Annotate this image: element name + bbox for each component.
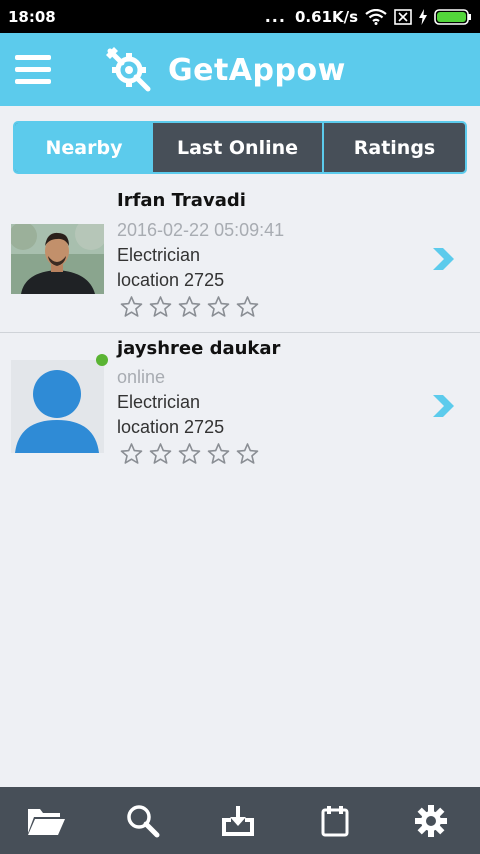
- rating-stars: [119, 295, 260, 319]
- profession-label: Electrician: [117, 392, 201, 412]
- settings-gear-icon[interactable]: [410, 803, 452, 839]
- star-icon: [207, 296, 230, 317]
- star-icon: [178, 443, 201, 464]
- star-icon: [207, 443, 230, 464]
- status-right: ... 0.61K/s: [265, 7, 472, 26]
- star-icon: [149, 296, 172, 317]
- list-item[interactable]: jayshree daukar online Electrician locat…: [0, 333, 480, 483]
- star-icon: [149, 443, 172, 464]
- provider-name: jayshree daukar: [117, 338, 281, 359]
- avatar: [11, 224, 104, 294]
- wifi-icon: [365, 8, 387, 25]
- star-icon: [120, 296, 143, 317]
- bottom-nav: [0, 787, 480, 854]
- battery-icon: [434, 8, 472, 25]
- status-dots: ...: [264, 7, 286, 26]
- tab-last-online[interactable]: Last Online: [153, 123, 324, 172]
- app-header: GetAppow: [0, 33, 480, 106]
- star-icon: [178, 296, 201, 317]
- avatar: [11, 360, 104, 453]
- search-icon[interactable]: [122, 803, 164, 839]
- wrench-gear-logo-icon: [104, 45, 154, 95]
- online-status: online: [117, 367, 166, 387]
- tab-nearby[interactable]: Nearby: [15, 123, 153, 172]
- network-speed: 0.61K/s: [294, 7, 358, 26]
- chevron-right-icon[interactable]: [431, 247, 455, 271]
- rating-stars: [119, 442, 260, 466]
- chevron-right-icon[interactable]: [431, 394, 455, 418]
- charging-icon: [419, 8, 427, 25]
- app-title: GetAppow: [168, 53, 346, 88]
- provider-name: Irfan Travadi: [117, 190, 246, 211]
- star-icon: [236, 443, 259, 464]
- inbox-download-icon[interactable]: [217, 803, 259, 839]
- tab-ratings[interactable]: Ratings: [324, 123, 465, 172]
- list-item[interactable]: Irfan Travadi 2016-02-22 05:09:41 Electr…: [0, 180, 480, 332]
- profession-label: Electrician: [117, 245, 201, 265]
- folder-icon[interactable]: [25, 803, 67, 839]
- calendar-icon[interactable]: [314, 803, 356, 839]
- location-label: location 2725: [117, 417, 225, 437]
- online-indicator: [96, 354, 108, 366]
- star-icon: [236, 296, 259, 317]
- last-seen-timestamp: 2016-02-22 05:09:41: [117, 220, 285, 240]
- tab-bar: Nearby Last Online Ratings: [13, 121, 467, 174]
- sim-none-icon: [394, 8, 412, 25]
- location-label: location 2725: [117, 270, 225, 290]
- status-bar: 18:08 ... 0.61K/s: [0, 0, 480, 33]
- status-time: 18:08: [8, 7, 56, 26]
- hamburger-menu-icon[interactable]: [15, 55, 51, 85]
- star-icon: [120, 443, 143, 464]
